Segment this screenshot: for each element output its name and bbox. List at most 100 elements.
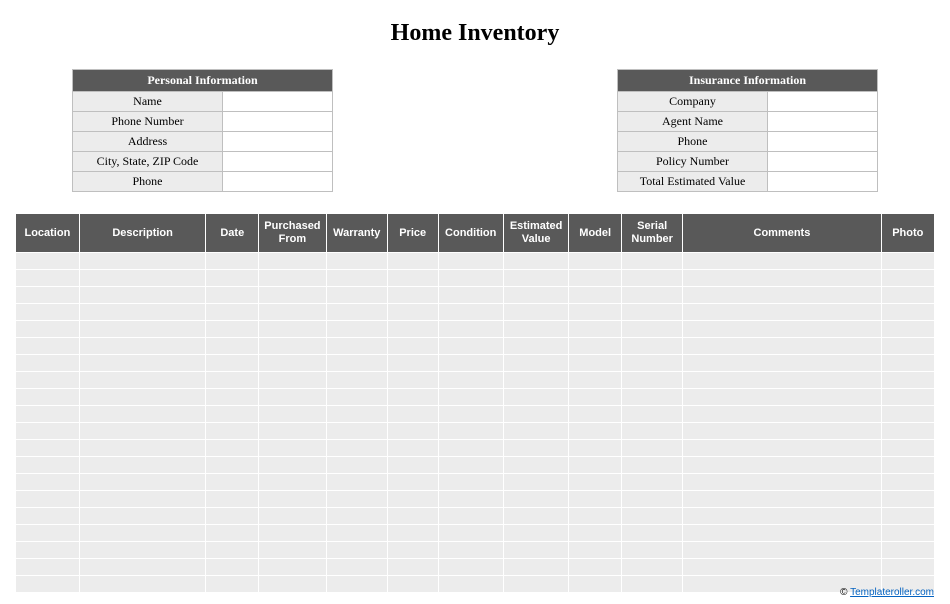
- inventory-cell[interactable]: [569, 440, 622, 457]
- inventory-cell[interactable]: [438, 338, 503, 355]
- inventory-cell[interactable]: [206, 270, 259, 287]
- inventory-cell[interactable]: [881, 372, 934, 389]
- inventory-cell[interactable]: [259, 423, 327, 440]
- inventory-cell[interactable]: [683, 321, 881, 338]
- inventory-cell[interactable]: [259, 372, 327, 389]
- inventory-cell[interactable]: [326, 389, 387, 406]
- inventory-cell[interactable]: [387, 440, 438, 457]
- inventory-cell[interactable]: [259, 542, 327, 559]
- inventory-cell[interactable]: [326, 491, 387, 508]
- inventory-cell[interactable]: [569, 253, 622, 270]
- inventory-cell[interactable]: [387, 372, 438, 389]
- inventory-cell[interactable]: [503, 270, 568, 287]
- inventory-cell[interactable]: [881, 491, 934, 508]
- inventory-cell[interactable]: [438, 474, 503, 491]
- inventory-cell[interactable]: [326, 559, 387, 576]
- inventory-cell[interactable]: [881, 338, 934, 355]
- inventory-cell[interactable]: [622, 287, 683, 304]
- inventory-cell[interactable]: [387, 423, 438, 440]
- inventory-cell[interactable]: [206, 355, 259, 372]
- inventory-cell[interactable]: [622, 338, 683, 355]
- inventory-cell[interactable]: [206, 508, 259, 525]
- inventory-cell[interactable]: [683, 355, 881, 372]
- inventory-cell[interactable]: [206, 406, 259, 423]
- inventory-cell[interactable]: [683, 338, 881, 355]
- inventory-cell[interactable]: [683, 389, 881, 406]
- inventory-cell[interactable]: [503, 406, 568, 423]
- inventory-cell[interactable]: [683, 474, 881, 491]
- inventory-cell[interactable]: [79, 525, 206, 542]
- inventory-cell[interactable]: [569, 406, 622, 423]
- inventory-cell[interactable]: [683, 372, 881, 389]
- personal-value-city-state-zip[interactable]: [223, 152, 333, 172]
- inventory-cell[interactable]: [387, 253, 438, 270]
- inventory-cell[interactable]: [79, 253, 206, 270]
- inventory-cell[interactable]: [569, 355, 622, 372]
- inventory-cell[interactable]: [881, 559, 934, 576]
- inventory-cell[interactable]: [503, 338, 568, 355]
- inventory-cell[interactable]: [259, 491, 327, 508]
- inventory-cell[interactable]: [79, 287, 206, 304]
- inventory-cell[interactable]: [387, 321, 438, 338]
- inventory-cell[interactable]: [16, 372, 79, 389]
- inventory-cell[interactable]: [326, 525, 387, 542]
- inventory-cell[interactable]: [569, 287, 622, 304]
- inventory-cell[interactable]: [206, 423, 259, 440]
- inventory-cell[interactable]: [326, 253, 387, 270]
- inventory-cell[interactable]: [387, 287, 438, 304]
- inventory-cell[interactable]: [683, 304, 881, 321]
- inventory-cell[interactable]: [259, 338, 327, 355]
- inventory-cell[interactable]: [326, 355, 387, 372]
- inventory-cell[interactable]: [16, 576, 79, 593]
- inventory-cell[interactable]: [16, 440, 79, 457]
- inventory-cell[interactable]: [622, 406, 683, 423]
- inventory-cell[interactable]: [569, 338, 622, 355]
- inventory-cell[interactable]: [206, 576, 259, 593]
- inventory-cell[interactable]: [259, 253, 327, 270]
- inventory-cell[interactable]: [438, 423, 503, 440]
- inventory-cell[interactable]: [622, 355, 683, 372]
- inventory-cell[interactable]: [503, 253, 568, 270]
- inventory-cell[interactable]: [206, 525, 259, 542]
- inventory-cell[interactable]: [387, 508, 438, 525]
- inventory-cell[interactable]: [259, 406, 327, 423]
- inventory-cell[interactable]: [622, 372, 683, 389]
- inventory-cell[interactable]: [622, 321, 683, 338]
- inventory-cell[interactable]: [206, 457, 259, 474]
- inventory-cell[interactable]: [569, 457, 622, 474]
- inventory-cell[interactable]: [438, 287, 503, 304]
- inventory-cell[interactable]: [206, 440, 259, 457]
- inventory-cell[interactable]: [326, 423, 387, 440]
- inventory-cell[interactable]: [326, 440, 387, 457]
- inventory-cell[interactable]: [503, 389, 568, 406]
- inventory-cell[interactable]: [881, 287, 934, 304]
- inventory-cell[interactable]: [79, 270, 206, 287]
- insurance-value-total-estimated-value[interactable]: [768, 172, 878, 192]
- inventory-cell[interactable]: [881, 304, 934, 321]
- inventory-cell[interactable]: [438, 321, 503, 338]
- inventory-cell[interactable]: [206, 389, 259, 406]
- inventory-cell[interactable]: [206, 287, 259, 304]
- inventory-cell[interactable]: [79, 491, 206, 508]
- inventory-cell[interactable]: [683, 525, 881, 542]
- insurance-value-policy-number[interactable]: [768, 152, 878, 172]
- inventory-cell[interactable]: [683, 423, 881, 440]
- inventory-cell[interactable]: [16, 389, 79, 406]
- inventory-cell[interactable]: [16, 491, 79, 508]
- inventory-cell[interactable]: [569, 389, 622, 406]
- inventory-cell[interactable]: [259, 355, 327, 372]
- inventory-cell[interactable]: [259, 508, 327, 525]
- inventory-cell[interactable]: [326, 338, 387, 355]
- inventory-cell[interactable]: [503, 372, 568, 389]
- inventory-cell[interactable]: [206, 321, 259, 338]
- inventory-cell[interactable]: [683, 406, 881, 423]
- inventory-cell[interactable]: [79, 423, 206, 440]
- inventory-cell[interactable]: [622, 389, 683, 406]
- inventory-cell[interactable]: [503, 474, 568, 491]
- inventory-cell[interactable]: [16, 508, 79, 525]
- inventory-cell[interactable]: [881, 253, 934, 270]
- inventory-cell[interactable]: [387, 389, 438, 406]
- inventory-cell[interactable]: [569, 576, 622, 593]
- inventory-cell[interactable]: [206, 304, 259, 321]
- inventory-cell[interactable]: [206, 491, 259, 508]
